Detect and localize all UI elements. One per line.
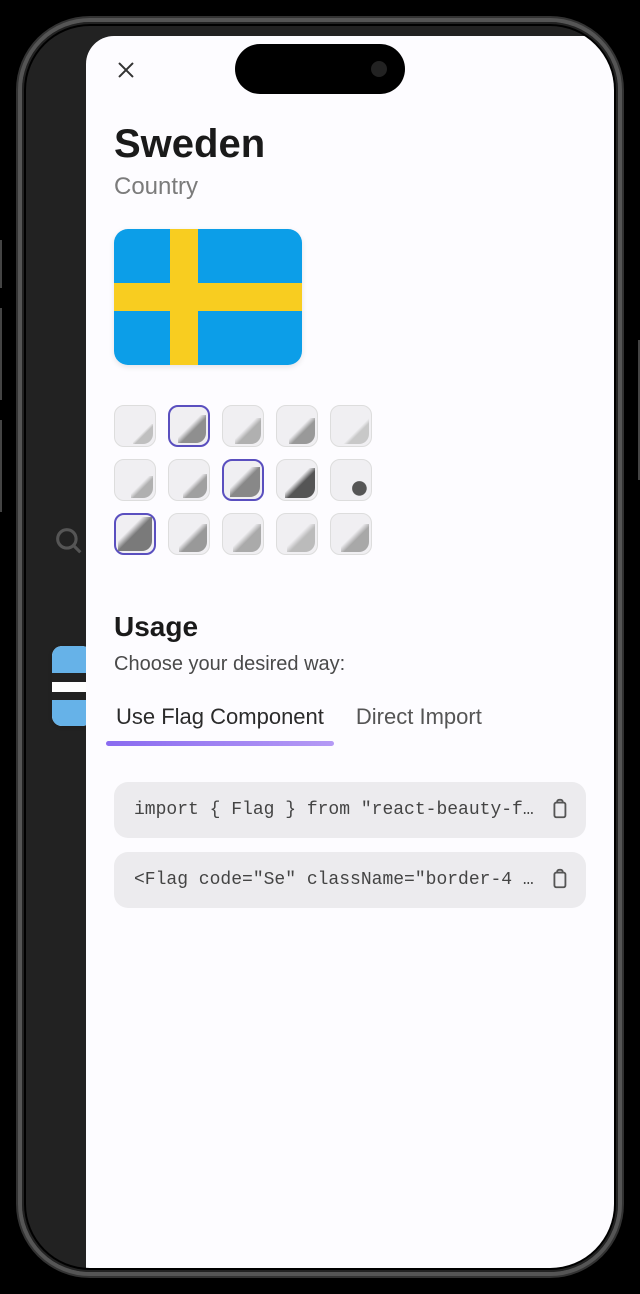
- style-variant-7[interactable]: [222, 459, 264, 501]
- phone-frame: Sweden Country: [18, 18, 622, 1276]
- style-variant-5[interactable]: [114, 459, 156, 501]
- clipboard-icon: [548, 868, 570, 890]
- style-variant-8[interactable]: [276, 459, 318, 501]
- usage-tabs: Use Flag Component Direct Import: [114, 698, 586, 744]
- style-variant-3[interactable]: [276, 405, 318, 447]
- flag-preview: [114, 229, 302, 365]
- style-variant-14[interactable]: [330, 513, 372, 555]
- phone-volume-up: [0, 308, 2, 400]
- page-title: Sweden: [114, 122, 586, 167]
- style-variant-grid: [114, 405, 586, 555]
- style-variant-9[interactable]: [330, 459, 372, 501]
- style-variant-11[interactable]: [168, 513, 210, 555]
- copy-button[interactable]: [548, 798, 572, 822]
- close-icon: [115, 59, 137, 81]
- code-snippet-usage: <Flag code="Se" className="border-4 s…: [114, 852, 586, 908]
- style-variant-6[interactable]: [168, 459, 210, 501]
- code-snippet-import: import { Flag } from "react-beauty-fl…: [114, 782, 586, 838]
- close-button[interactable]: [108, 52, 144, 88]
- camera-dot: [371, 61, 387, 77]
- tab-use-flag-component[interactable]: Use Flag Component: [114, 698, 326, 744]
- style-variant-12[interactable]: [222, 513, 264, 555]
- style-variant-2[interactable]: [222, 405, 264, 447]
- code-text: import { Flag } from "react-beauty-fl…: [134, 800, 544, 820]
- usage-heading: Usage: [114, 611, 586, 643]
- code-text: <Flag code="Se" className="border-4 s…: [134, 870, 544, 890]
- style-variant-4[interactable]: [330, 405, 372, 447]
- tab-direct-import[interactable]: Direct Import: [354, 698, 484, 744]
- usage-subheading: Choose your desired way:: [114, 653, 586, 676]
- style-variant-13[interactable]: [276, 513, 318, 555]
- dynamic-island: [235, 44, 405, 94]
- style-variant-0[interactable]: [114, 405, 156, 447]
- phone-side-button: [0, 240, 2, 288]
- clipboard-icon: [548, 798, 570, 820]
- page-subtitle: Country: [114, 173, 586, 201]
- detail-sheet: Sweden Country: [86, 36, 614, 1268]
- copy-button[interactable]: [548, 868, 572, 892]
- search-icon: [52, 524, 86, 558]
- style-variant-1[interactable]: [168, 405, 210, 447]
- style-variant-10[interactable]: [114, 513, 156, 555]
- phone-volume-down: [0, 420, 2, 512]
